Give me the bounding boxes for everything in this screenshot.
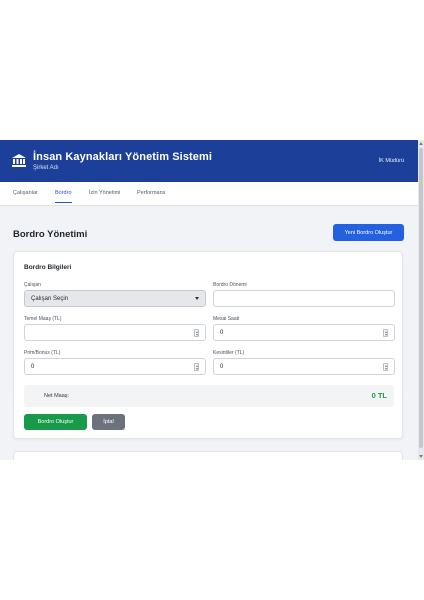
tab-employees[interactable]: Çalışanlar [13, 190, 38, 202]
deductions-label: Kesintiler (TL) [213, 350, 245, 356]
overtime-input[interactable]: 0 [213, 324, 395, 341]
bonus-input[interactable]: 0 [24, 358, 206, 375]
page-title: Bordro Yönetimi [13, 229, 88, 240]
bonus-value: 0 [31, 363, 35, 370]
spinner-icon[interactable] [383, 329, 388, 337]
employee-label: Çalışan [24, 282, 41, 288]
spinner-icon[interactable] [194, 329, 199, 337]
app-title: İnsan Kaynakları Yönetim Sistemi [33, 151, 213, 163]
tab-bar: Çalışanlar Bordro İzin Yönetimi Performa… [0, 182, 424, 206]
tab-payroll[interactable]: Bordro [55, 190, 72, 203]
cancel-button[interactable]: İptal [92, 414, 125, 430]
spinner-icon[interactable] [383, 363, 388, 371]
net-salary-summary: Net Maaş: 0 TL [24, 385, 394, 407]
user-role[interactable]: İK Müdürü [379, 158, 404, 164]
period-input[interactable] [213, 290, 395, 307]
app-window: İnsan Kaynakları Yönetim Sistemi Şirket … [0, 140, 424, 460]
company-name: Şirket Adı [33, 165, 59, 171]
net-salary-value: 0 TL [371, 391, 387, 400]
tab-leave-management[interactable]: İzin Yönetimi [89, 190, 120, 202]
deductions-input[interactable]: 0 [213, 358, 395, 375]
chevron-down-icon [195, 297, 199, 300]
deductions-value: 0 [220, 363, 224, 370]
scroll-down-icon[interactable] [419, 455, 423, 458]
tab-performance[interactable]: Performans [137, 190, 165, 202]
new-payroll-button[interactable]: Yeni Bordro Oluştur [333, 224, 404, 241]
overtime-value: 0 [220, 329, 224, 336]
payroll-form-card: Bordro Bilgileri Çalışan Çalışan Seçin B… [13, 251, 403, 439]
bonus-label: Prim/Bonus (TL) [24, 350, 61, 356]
scrollbar-thumb[interactable] [419, 148, 423, 448]
create-payroll-button[interactable]: Bordro Oluştur [24, 414, 87, 430]
period-label: Bordro Dönemi [213, 282, 247, 288]
spinner-icon[interactable] [194, 363, 199, 371]
app-header: İnsan Kaynakları Yönetim Sistemi Şirket … [0, 140, 424, 182]
base-salary-label: Temel Maaş (TL) [24, 316, 62, 322]
net-salary-label: Net Maaş: [44, 393, 70, 399]
form-title: Bordro Bilgileri [24, 264, 72, 271]
vertical-scrollbar[interactable] [418, 140, 424, 460]
employee-select[interactable]: Çalışan Seçin [24, 290, 206, 307]
payroll-list-card [13, 451, 403, 460]
base-salary-input[interactable] [24, 324, 206, 341]
employee-select-value: Çalışan Seçin [31, 295, 69, 302]
overtime-label: Mesai Saati [213, 316, 240, 322]
scroll-up-icon[interactable] [419, 142, 423, 145]
building-icon [12, 154, 26, 167]
